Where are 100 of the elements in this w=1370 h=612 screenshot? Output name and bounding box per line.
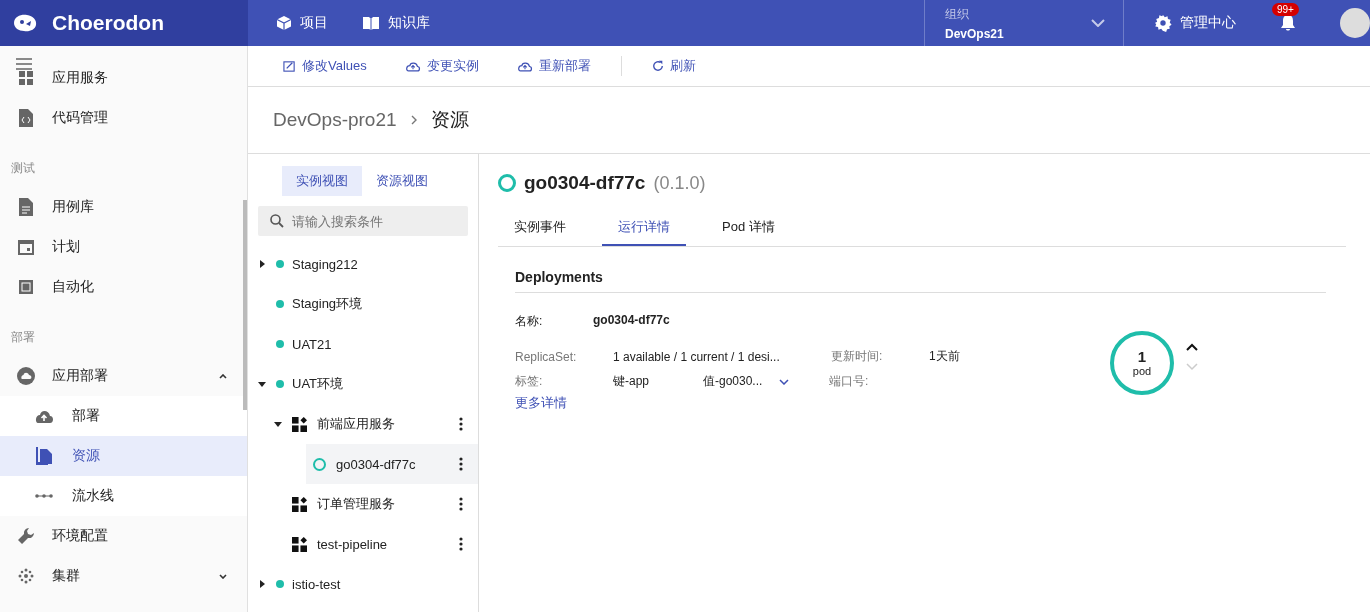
dot-cluster-icon	[18, 568, 34, 584]
instance-name: go0304-df77c	[524, 172, 646, 194]
view-tab[interactable]: 资源视图	[362, 166, 442, 196]
document-icon	[19, 198, 33, 216]
status-dot	[276, 300, 284, 308]
field-label: 端口号:	[829, 373, 870, 390]
sidebar-item[interactable]: 代码管理	[0, 98, 247, 138]
tree-node[interactable]: Staging212	[248, 244, 478, 284]
wrench-icon	[17, 527, 35, 545]
notification-count-badge: 99+	[1272, 3, 1299, 16]
pod-count: 1	[1137, 348, 1147, 365]
more-icon[interactable]	[459, 497, 463, 511]
header-nav-link[interactable]: 项目	[276, 14, 328, 32]
tree-node[interactable]: test-pipeline	[248, 524, 478, 564]
sidebar-item[interactable]: 应用部署	[0, 356, 247, 396]
notification-bell-icon[interactable]	[1280, 14, 1296, 32]
tree-node[interactable]: Staging环境	[248, 284, 478, 324]
view-tab[interactable]: 实例视图	[282, 166, 362, 196]
grid-icon	[18, 70, 34, 86]
label-value: 值-go030...	[703, 373, 764, 390]
pod-unit: pod	[1132, 365, 1152, 377]
status-dot	[276, 340, 284, 348]
page-title: 资源	[430, 108, 469, 132]
settings-icon	[1154, 14, 1172, 32]
field-label: ReplicaSet:	[515, 349, 578, 364]
toolbar-button[interactable]: 修改Values	[283, 57, 367, 75]
book-icon	[362, 15, 380, 31]
chevron-right-icon	[410, 115, 417, 125]
code-file-icon	[19, 109, 33, 127]
toolbar-button[interactable]: 刷新	[651, 57, 696, 75]
menu-icon[interactable]	[16, 58, 32, 70]
status-dot	[276, 260, 284, 268]
organization-name: DevOps21	[945, 26, 1004, 41]
status-dot	[276, 580, 284, 588]
tree-node[interactable]: UAT21	[248, 324, 478, 364]
admin-center-link[interactable]: 管理中心	[1154, 14, 1236, 32]
toolbar-button[interactable]: 重新部署	[516, 57, 591, 75]
sidebar-subitem[interactable]: 部署	[0, 396, 247, 436]
more-icon[interactable]	[459, 417, 463, 431]
field-value: 1 available / 1 current / 1 desi...	[613, 349, 781, 364]
detail-tab[interactable]: 实例事件	[498, 210, 582, 246]
instance-status-ring	[313, 457, 326, 471]
field-value: 1天前	[929, 348, 960, 365]
instance-version: (0.1.0)	[653, 172, 706, 194]
tree-node[interactable]: go0304-df77c	[306, 444, 478, 484]
header-nav-link[interactable]: 知识库	[362, 14, 430, 32]
more-details-link[interactable]: 更多详情	[515, 395, 567, 410]
tree-node[interactable]: 前端应用服务	[248, 404, 478, 444]
cube-icon	[276, 15, 292, 31]
scrollbar-thumb[interactable]	[243, 200, 247, 410]
caret-right-icon[interactable]	[259, 580, 265, 588]
cloud-circle-icon	[17, 367, 35, 385]
sidebar-subitem[interactable]: 资源	[0, 436, 247, 476]
chevron-down-icon	[1091, 19, 1105, 27]
tree-node[interactable]: istio-test	[248, 564, 478, 604]
tree-node[interactable]: 订单管理服务	[248, 484, 478, 524]
cloud-icon	[404, 60, 421, 72]
caret-down-icon[interactable]	[258, 381, 266, 387]
sidebar-item[interactable]: 应用服务	[0, 70, 247, 98]
sidebar-item[interactable]: 计划	[0, 227, 247, 267]
breadcrumb-link[interactable]: DevOps-pro21	[273, 109, 397, 131]
caret-down-icon[interactable]	[274, 421, 282, 427]
organization-selector[interactable]: 组织 DevOps21	[924, 0, 1124, 46]
more-icon[interactable]	[459, 537, 463, 551]
sidebar-subitem[interactable]: 流水线	[0, 476, 247, 516]
user-avatar[interactable]	[1340, 8, 1370, 38]
search-icon	[270, 214, 284, 228]
field-value: go0304-df77c	[593, 313, 670, 327]
cloud-icon	[516, 60, 533, 72]
toolbar-button[interactable]: 变更实例	[404, 57, 479, 75]
chevron-down-icon[interactable]	[779, 378, 789, 385]
logo-text: Choerodon	[52, 11, 164, 35]
files-icon	[36, 447, 52, 465]
field-label: 名称:	[515, 313, 544, 330]
sidebar-section-title: 测试	[10, 160, 36, 177]
detail-tab[interactable]: Pod 详情	[706, 210, 791, 246]
field-label: 更新时间:	[831, 348, 884, 365]
more-icon[interactable]	[459, 457, 463, 471]
field-label: 标签:	[515, 373, 544, 390]
search-field[interactable]: 请输入搜索条件	[258, 206, 468, 236]
caret-up-icon[interactable]	[219, 373, 227, 379]
blocks-icon	[292, 416, 307, 432]
pipeline-dots-icon	[35, 494, 53, 498]
sidebar-item[interactable]: 用例库	[0, 187, 247, 227]
sidebar-item[interactable]: 集群	[0, 556, 247, 596]
label-key: 键-app	[613, 373, 703, 390]
caret-down-icon[interactable]	[219, 573, 227, 579]
increase-icon[interactable]	[1186, 342, 1198, 351]
edit-icon	[283, 59, 296, 73]
blocks-icon	[292, 496, 307, 512]
frame-icon	[18, 279, 34, 295]
sidebar-item[interactable]: 环境配置	[0, 516, 247, 556]
caret-right-icon[interactable]	[259, 260, 265, 268]
tree-node[interactable]: UAT环境	[248, 364, 478, 404]
detail-tab[interactable]: 运行详情	[602, 210, 686, 246]
blocks-icon	[292, 536, 307, 552]
logo-icon	[12, 13, 38, 33]
sidebar-item[interactable]: 自动化	[0, 267, 247, 307]
refresh-icon	[651, 60, 664, 72]
organization-label: 组织	[945, 5, 970, 23]
